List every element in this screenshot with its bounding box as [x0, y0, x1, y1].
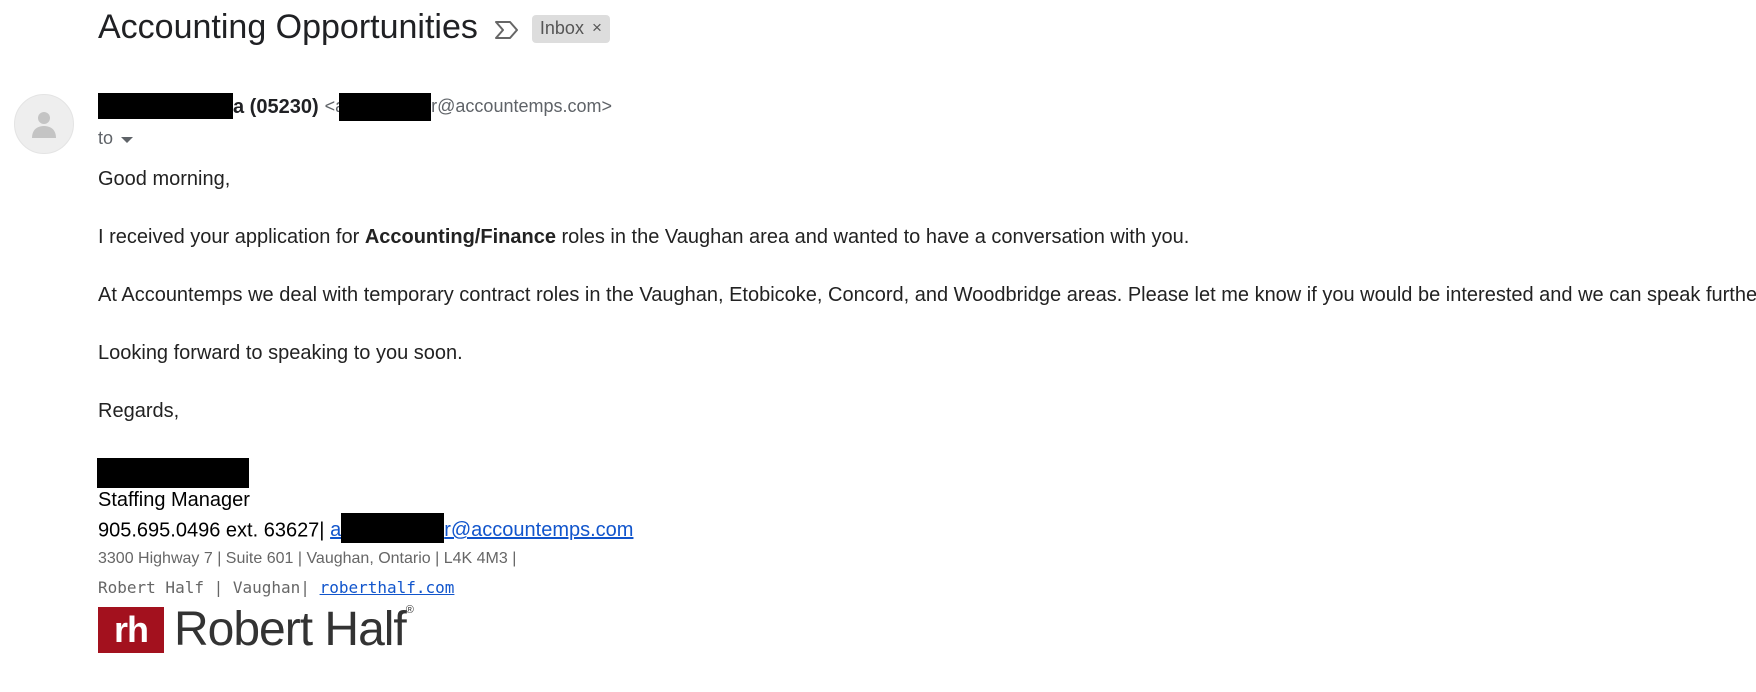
- recipient-label: to: [98, 128, 114, 148]
- closing: Regards,: [98, 400, 180, 422]
- recipient-row[interactable]: to: [98, 128, 134, 149]
- label-icon[interactable]: [494, 20, 520, 40]
- inbox-label-chip: Inbox ×: [531, 14, 610, 43]
- remove-label-icon[interactable]: ×: [592, 18, 602, 38]
- signature-title: Staffing Manager: [98, 489, 250, 511]
- body-paragraph-3: Looking forward to speaking to you soon.: [98, 342, 463, 364]
- chevron-down-icon[interactable]: [121, 136, 134, 143]
- inbox-label-text: Inbox: [539, 17, 584, 38]
- redacted-sender-name: [98, 93, 233, 119]
- logo-mark: rh: [98, 606, 164, 653]
- greeting: Good morning,: [98, 168, 231, 190]
- signature-address: 3300 Highway 7 | Suite 601 | Vaughan, On…: [98, 550, 517, 567]
- email-header: Accounting Opportunities Inbox ×: [98, 8, 610, 47]
- website-link[interactable]: roberthalf.com: [320, 578, 455, 597]
- body-paragraph-1: I received your application for Accounti…: [98, 226, 1190, 248]
- signature-phone: 905.695.0496 ext. 63627|: [98, 519, 325, 542]
- signature-contact: 905.695.0496 ext. 63627| a r@accountemps.…: [98, 513, 633, 543]
- redacted-email-part: [339, 93, 432, 121]
- sender-name: a (05230): [233, 95, 319, 118]
- sender-email: <a r@accountemps.com>: [325, 93, 612, 121]
- logo-text: Robert Half: [174, 603, 407, 656]
- registered-mark: ®: [405, 604, 414, 616]
- sender-avatar[interactable]: [14, 94, 74, 154]
- body-paragraph-2: At Accountemps we deal with temporary co…: [98, 284, 1756, 306]
- roles-emphasis: Accounting/Finance: [364, 226, 556, 248]
- person-icon: [32, 112, 56, 138]
- robert-half-logo: rh Robert Half ®: [98, 602, 414, 657]
- redacted-signature-email: [341, 513, 445, 543]
- signature-email-link[interactable]: a r@accountemps.com: [330, 513, 633, 543]
- sender-row: a (05230) <a r@accountemps.com>: [98, 93, 612, 121]
- redacted-signature-name: [97, 458, 249, 488]
- signature-company: Robert Half | Vaughan| roberthalf.com: [98, 578, 455, 597]
- email-subject: Accounting Opportunities: [98, 8, 478, 46]
